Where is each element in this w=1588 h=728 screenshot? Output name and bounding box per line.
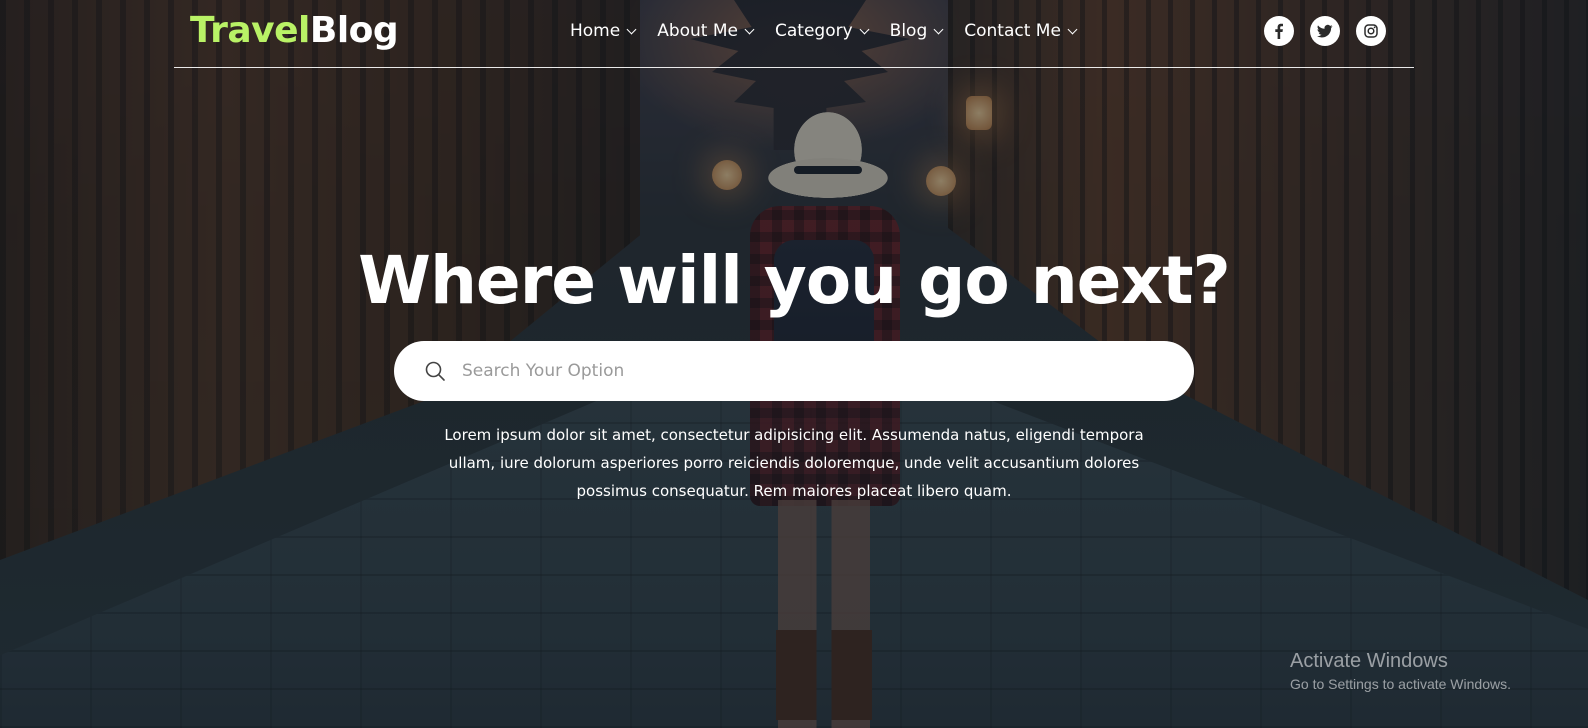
chevron-down-icon [1067,24,1078,34]
search-icon[interactable] [424,360,446,382]
chevron-down-icon [933,24,944,34]
logo-rest-text: Blog [309,10,399,51]
nav-item-label: Blog [889,21,928,41]
nav-item-about-me[interactable]: About Me [657,21,755,41]
hero-description: Lorem ipsum dolor sit amet, consectetur … [444,426,1144,500]
watermark-subtitle: Go to Settings to activate Windows. [1290,676,1511,692]
hero-title: Where will you go next? [358,242,1231,319]
nav-item-category[interactable]: Category [775,21,870,41]
logo-accent-text: Travel [190,10,310,51]
chevron-down-icon [859,24,870,34]
twitter-button[interactable] [1310,16,1340,46]
instagram-icon [1364,24,1378,38]
instagram-button[interactable] [1356,16,1386,46]
watermark-title: Activate Windows [1290,650,1448,672]
facebook-icon [1275,23,1283,39]
nav-item-label: Category [775,21,853,41]
main-nav: Home About Me Category Blog Contact Me [570,18,1078,44]
nav-item-label: Contact Me [964,21,1061,41]
search-input[interactable] [462,351,1162,391]
nav-item-blog[interactable]: Blog [889,21,944,41]
nav-item-home[interactable]: Home [570,21,637,41]
facebook-button[interactable] [1264,16,1294,46]
twitter-icon [1317,24,1333,38]
nav-item-contact-me[interactable]: Contact Me [964,21,1078,41]
site-logo[interactable]: TravelBlog [190,8,399,54]
windows-activation-watermark: Activate Windows Go to Settings to activ… [1290,648,1511,694]
site-header: TravelBlog Home About Me Category Blog C… [174,0,1414,68]
chevron-down-icon [626,24,637,34]
nav-item-label: Home [570,21,621,41]
chevron-down-icon [744,24,755,34]
search-bar[interactable] [394,341,1194,401]
nav-item-label: About Me [657,21,738,41]
social-links [1264,16,1386,46]
